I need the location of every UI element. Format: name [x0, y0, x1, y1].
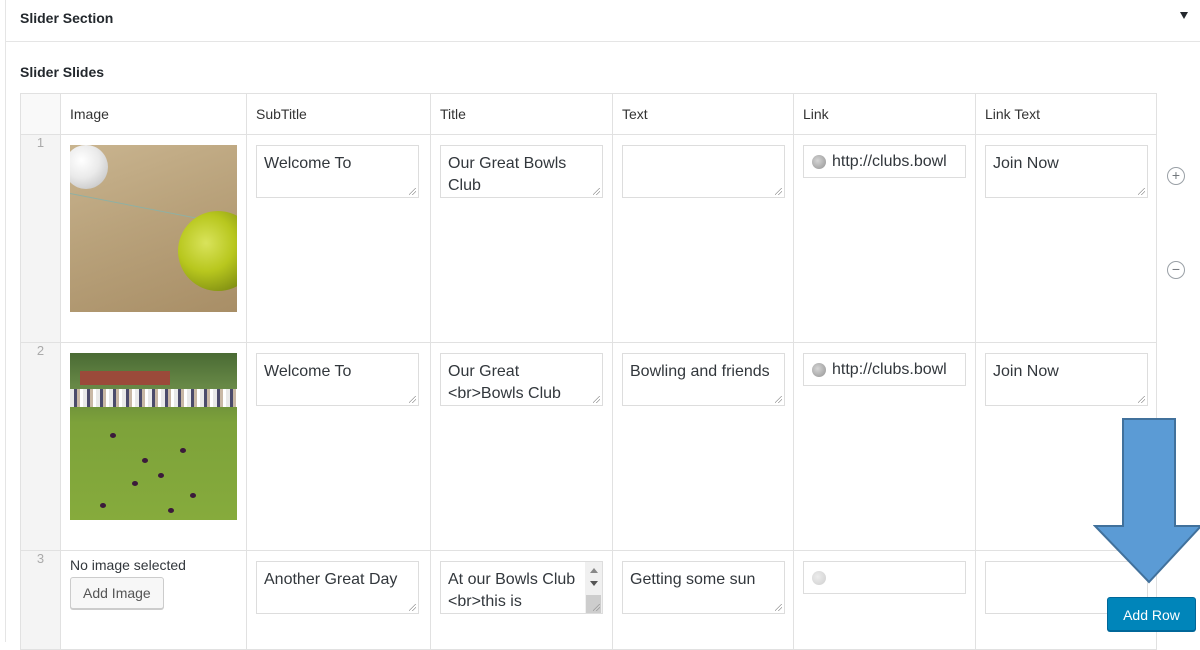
- table-row: 2 Welcome To Our Great <br>Bowls Club Bo…: [20, 342, 1157, 551]
- image-cell: [60, 342, 247, 551]
- resize-grip-icon[interactable]: [409, 188, 416, 195]
- resize-grip-icon[interactable]: [775, 188, 782, 195]
- resize-grip-icon[interactable]: [593, 604, 600, 611]
- text-value: Getting some sun: [630, 571, 756, 588]
- table-row: 3 No image selected Add Image Another Gr…: [20, 550, 1157, 650]
- table-header-row: Image SubTitle Title Text Link Link Text: [20, 93, 1157, 135]
- add-row-plus-icon[interactable]: +: [1167, 167, 1185, 185]
- resize-grip-icon[interactable]: [593, 396, 600, 403]
- slide-image-thumbnail[interactable]: [70, 145, 237, 312]
- resize-grip-icon[interactable]: [775, 396, 782, 403]
- title-value: Our Great Bowls Club: [448, 155, 567, 194]
- resize-grip-icon[interactable]: [409, 604, 416, 611]
- resize-grip-icon[interactable]: [1138, 188, 1145, 195]
- panel-left-border: [5, 0, 6, 642]
- resize-grip-icon[interactable]: [593, 188, 600, 195]
- collapse-toggle-icon[interactable]: [1180, 12, 1188, 19]
- image-cell: [60, 134, 247, 343]
- column-header-link: Link: [793, 93, 976, 135]
- subtitle-textarea[interactable]: Welcome To: [256, 145, 419, 198]
- text-value: Bowling and friends: [630, 363, 770, 380]
- down-arrow-annotation-icon: [1093, 418, 1200, 584]
- row-order-handle[interactable]: 1: [20, 134, 61, 343]
- resize-grip-icon[interactable]: [775, 604, 782, 611]
- subtitle-value: Another Great Day: [264, 571, 398, 588]
- add-image-button[interactable]: Add Image: [70, 577, 164, 609]
- text-textarea[interactable]: [622, 145, 785, 198]
- globe-icon: [812, 570, 826, 585]
- link-value: http://clubs.bowl: [832, 152, 947, 170]
- slide-image-thumbnail[interactable]: [70, 353, 237, 520]
- remove-row-minus-icon[interactable]: −: [1167, 261, 1185, 279]
- field-label: Slider Slides: [20, 64, 105, 80]
- add-row-button[interactable]: Add Row: [1107, 597, 1196, 631]
- table-row: 1 Welcome To Our Great Bowls Club http:/…: [20, 134, 1185, 343]
- scroll-down-icon[interactable]: [590, 581, 598, 586]
- section-title: Slider Section: [20, 10, 114, 26]
- globe-icon: [812, 362, 826, 377]
- link-text-value: Join Now: [993, 363, 1059, 380]
- row-order-handle[interactable]: 2: [20, 342, 61, 551]
- row-order-handle[interactable]: 3: [20, 550, 61, 650]
- column-header-link-text: Link Text: [975, 93, 1157, 135]
- column-header-text: Text: [612, 93, 794, 135]
- subtitle-value: Welcome To: [264, 155, 352, 172]
- slides-repeater-table: Image SubTitle Title Text Link Link Text…: [20, 93, 1185, 650]
- link-url-input[interactable]: http://clubs.bowl: [803, 353, 966, 386]
- link-url-input[interactable]: [803, 561, 966, 594]
- title-textarea[interactable]: Our Great Bowls Club: [440, 145, 603, 198]
- title-value: At our Bowls Club <br>this is: [448, 571, 576, 610]
- no-image-text: No image selected: [70, 557, 186, 573]
- link-text-textarea[interactable]: Join Now: [985, 145, 1148, 198]
- column-header-subtitle: SubTitle: [246, 93, 431, 135]
- section-header[interactable]: Slider Section: [6, 0, 1200, 42]
- resize-grip-icon[interactable]: [409, 396, 416, 403]
- link-text-textarea[interactable]: Join Now: [985, 353, 1148, 406]
- text-textarea[interactable]: Getting some sun: [622, 561, 785, 614]
- column-header-image: Image: [60, 93, 247, 135]
- column-header-title: Title: [430, 93, 613, 135]
- subtitle-value: Welcome To: [264, 363, 352, 380]
- scroll-up-icon[interactable]: [590, 568, 598, 573]
- image-cell: No image selected Add Image: [60, 550, 247, 650]
- order-column-header: [20, 93, 61, 135]
- title-textarea[interactable]: Our Great <br>Bowls Club: [440, 353, 603, 406]
- globe-icon: [812, 154, 826, 169]
- subtitle-textarea[interactable]: Welcome To: [256, 353, 419, 406]
- link-text-value: Join Now: [993, 155, 1059, 172]
- link-url-input[interactable]: http://clubs.bowl: [803, 145, 966, 178]
- text-textarea[interactable]: Bowling and friends: [622, 353, 785, 406]
- subtitle-textarea[interactable]: Another Great Day: [256, 561, 419, 614]
- title-textarea[interactable]: At our Bowls Club <br>this is: [440, 561, 603, 614]
- title-value: Our Great <br>Bowls Club: [448, 363, 561, 402]
- resize-grip-icon[interactable]: [1138, 396, 1145, 403]
- link-value: http://clubs.bowl: [832, 360, 947, 378]
